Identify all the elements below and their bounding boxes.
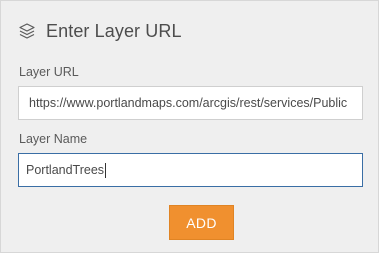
layer-url-input[interactable]: https://www.portlandmaps.com/arcgis/rest… <box>18 86 363 120</box>
add-button[interactable]: ADD <box>169 205 234 240</box>
panel-header: Enter Layer URL <box>18 19 182 43</box>
enter-layer-url-panel: Enter Layer URL Layer URL https://www.po… <box>0 0 379 253</box>
layer-name-value: PortlandTrees <box>26 163 105 177</box>
layer-name-label: Layer Name <box>19 132 88 146</box>
layer-name-input[interactable]: PortlandTrees <box>18 153 363 187</box>
panel-title: Enter Layer URL <box>46 20 182 41</box>
layer-url-label: Layer URL <box>19 65 79 79</box>
layer-url-value: https://www.portlandmaps.com/arcgis/rest… <box>29 96 348 110</box>
text-caret <box>105 162 107 178</box>
layers-icon <box>18 22 36 40</box>
